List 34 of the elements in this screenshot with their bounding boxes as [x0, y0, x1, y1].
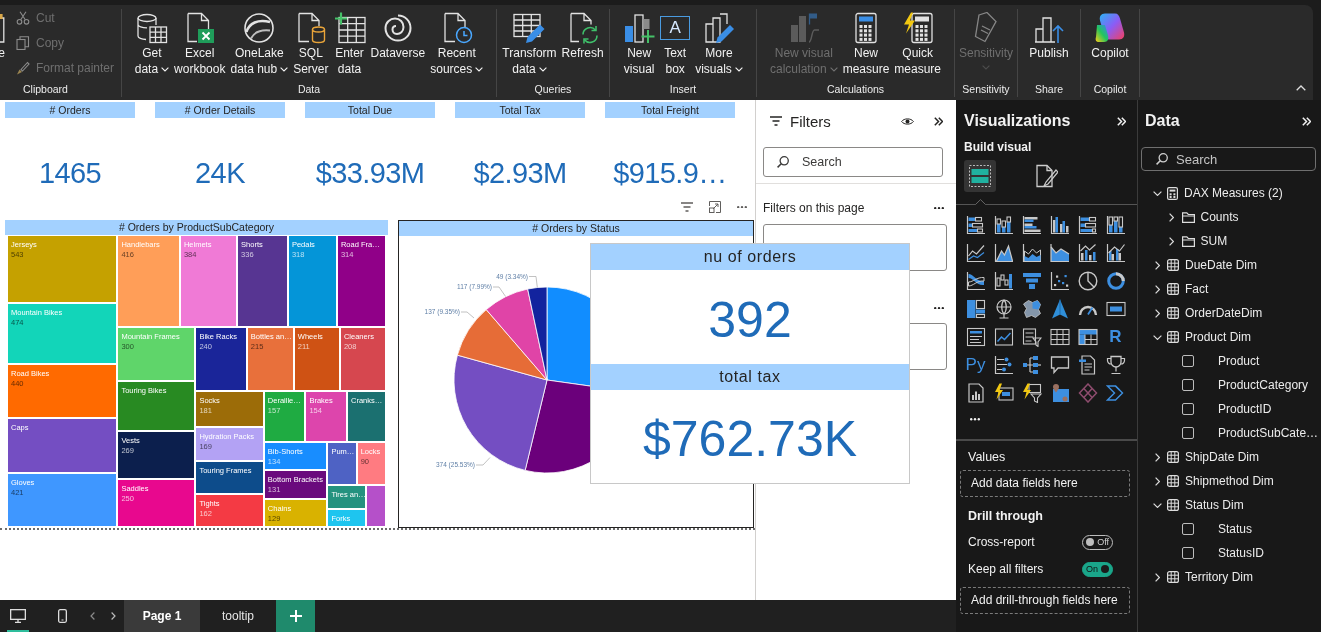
ribbon-group-label: Data: [297, 82, 321, 97]
option-label: Keep all filters: [968, 562, 1044, 576]
card-title: Total Tax: [455, 102, 585, 118]
pane-title: Filters: [790, 112, 831, 130]
card-value: $915.9…: [613, 156, 727, 190]
card-value: $2.93M: [473, 156, 567, 190]
pane-title: Data: [1145, 112, 1180, 130]
ribbon-group-label: Calculations: [826, 82, 885, 97]
ribbon-group-label: Queries: [534, 82, 572, 97]
tooltip-title: nu of orders: [591, 244, 909, 270]
section-label: Values: [968, 448, 1006, 465]
card-title: # Order Details: [155, 102, 285, 118]
tooltip-title: total tax: [591, 363, 909, 390]
option-label: Cross-report: [968, 535, 1035, 549]
tooltip-value: 392: [708, 291, 792, 348]
chart-title: # Orders by Status: [399, 221, 753, 236]
card-title: Total Freight: [605, 102, 735, 118]
card-title: Total Due: [305, 102, 435, 118]
card-value: 24K: [195, 156, 245, 190]
card-value: $33.93M: [315, 156, 425, 190]
chart-title: # Orders by ProductSubCategory: [5, 220, 388, 235]
section-label: Build visual: [964, 139, 1032, 155]
ribbon-group-label: Sensitivity: [962, 82, 1010, 97]
pane-title: Visualizations: [964, 112, 1071, 130]
ribbon-group-label: Share: [1035, 82, 1063, 97]
ribbon-group-label: Clipboard: [23, 82, 68, 97]
ribbon-group-label: Insert: [669, 82, 697, 97]
section-label: Filters on this page: [763, 201, 865, 215]
card-title: # Orders: [5, 102, 135, 118]
card-value: 1465: [38, 156, 102, 190]
text-box-icon: A: [660, 16, 691, 40]
ribbon-group-label: Copilot: [1093, 82, 1127, 97]
tooltip-value: $762.73K: [642, 411, 858, 468]
section-label: Drill through: [968, 507, 1043, 524]
